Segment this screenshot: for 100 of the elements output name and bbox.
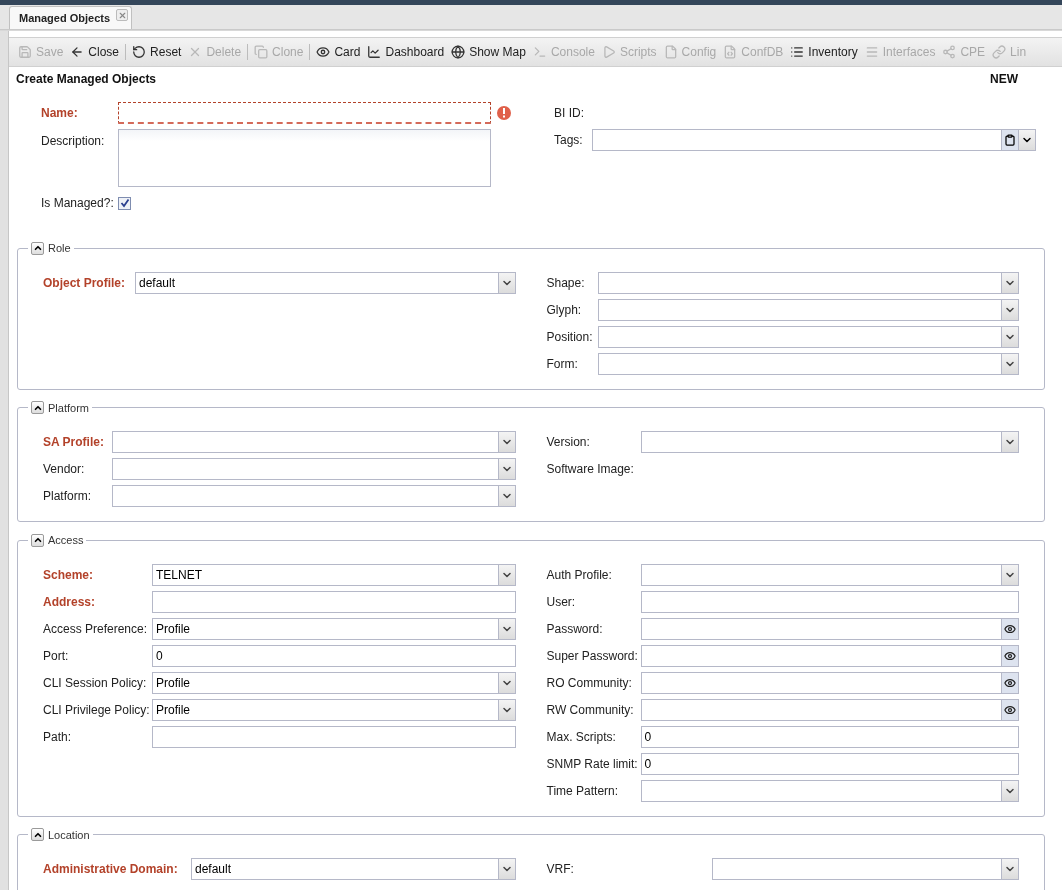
code-file-icon: [723, 45, 738, 59]
input-field[interactable]: [118, 102, 491, 124]
dropdown-button[interactable]: [1001, 780, 1018, 801]
collapse-toggle[interactable]: [31, 401, 44, 415]
reveal-button[interactable]: [1001, 645, 1018, 666]
dropdown-field[interactable]: [711, 858, 1019, 880]
field-label: Auth Profile:: [546, 566, 612, 584]
field-label: RO Community:: [546, 674, 632, 692]
collapse-toggle[interactable]: [31, 828, 44, 842]
toolbar-button[interactable]: Card: [313, 41, 364, 63]
field-label: Address:: [43, 593, 95, 611]
field-label: Version:: [546, 434, 590, 451]
field-label: Port:: [43, 647, 69, 665]
eye-icon: [1004, 676, 1016, 689]
lines-icon: [864, 45, 879, 59]
dropdown-button[interactable]: [1018, 130, 1035, 150]
dropdown-button[interactable]: [497, 618, 515, 639]
field-label: SA Profile:: [43, 434, 104, 451]
dropdown-field[interactable]: TELNET: [152, 563, 516, 586]
toolbar-button[interactable]: Inventory: [787, 41, 861, 63]
save-icon: [18, 45, 32, 59]
field-label: Time Pattern:: [546, 782, 619, 800]
input-field[interactable]: [640, 617, 1019, 640]
dropdown-field[interactable]: [112, 485, 516, 507]
toolbar-button[interactable]: Reset: [129, 41, 185, 63]
dropdown-button[interactable]: [1001, 432, 1018, 452]
dropdown-button[interactable]: [1001, 353, 1018, 374]
dropdown-button[interactable]: [1001, 859, 1018, 879]
dropdown-button[interactable]: [1001, 272, 1018, 293]
input-field[interactable]: 0: [640, 725, 1019, 748]
dropdown-button[interactable]: [497, 699, 515, 720]
field-label: Shape:: [546, 274, 585, 292]
eye-icon: [1004, 649, 1016, 662]
dropdown-button[interactable]: [497, 272, 515, 293]
dropdown-button[interactable]: [497, 859, 515, 879]
dropdown-field[interactable]: default: [135, 271, 516, 294]
dropdown-field[interactable]: [112, 431, 516, 453]
field-label: Position:: [546, 328, 593, 346]
dropdown-button[interactable]: [1001, 564, 1018, 585]
dropdown-field[interactable]: [640, 563, 1019, 586]
reveal-button[interactable]: [1001, 618, 1018, 639]
toolbar-button[interactable]: Show Map: [448, 41, 529, 63]
collapse-toggle[interactable]: [31, 533, 44, 547]
input-field[interactable]: 0: [640, 752, 1019, 775]
dropdown-button[interactable]: [1001, 299, 1018, 320]
reveal-button[interactable]: [1001, 672, 1018, 693]
input-field[interactable]: [640, 590, 1019, 613]
eye-icon: [1004, 703, 1016, 716]
dropdown-button[interactable]: [497, 486, 515, 506]
input-field[interactable]: [640, 644, 1019, 667]
dropdown-button[interactable]: [497, 459, 515, 479]
textarea-field[interactable]: [118, 129, 491, 187]
field-label: Password:: [546, 620, 603, 638]
dropdown-field[interactable]: Profile: [152, 617, 516, 640]
form-title: Create Managed Objects: [16, 71, 157, 88]
checkbox[interactable]: [118, 196, 131, 210]
dropdown-field[interactable]: Profile: [152, 698, 516, 721]
field-label: CLI Privilege Policy:: [43, 701, 150, 719]
collapse-toggle[interactable]: [31, 241, 44, 255]
field-label: Description:: [41, 133, 105, 150]
paste-button[interactable]: [1001, 130, 1018, 150]
input-field[interactable]: 0: [152, 644, 516, 667]
dropdown-field[interactable]: [597, 352, 1019, 375]
input-field[interactable]: [640, 698, 1019, 721]
dropdown-field[interactable]: [640, 779, 1019, 802]
field-label: RW Community:: [546, 701, 634, 719]
dropdown-button[interactable]: [497, 672, 515, 693]
field-label: Software Image:: [546, 461, 634, 478]
globe-icon: [451, 45, 466, 59]
dropdown-button[interactable]: [1001, 326, 1018, 347]
dropdown-field[interactable]: [597, 298, 1019, 321]
dropdown-field[interactable]: [597, 271, 1019, 294]
tags-field[interactable]: [592, 129, 1036, 151]
input-field[interactable]: [152, 725, 516, 748]
input-field[interactable]: [640, 671, 1019, 694]
line-chart-icon: [367, 45, 382, 59]
eye-icon: [1004, 622, 1016, 635]
toolbar-button[interactable]: Dashboard: [364, 41, 448, 63]
dropdown-field[interactable]: default: [191, 858, 516, 880]
dropdown-field[interactable]: [112, 458, 516, 480]
input-field[interactable]: [152, 590, 516, 613]
file-icon: [663, 45, 678, 59]
field-label: Administrative Domain:: [43, 861, 178, 878]
field-label: Super Password:: [546, 647, 638, 665]
reveal-button[interactable]: [1001, 699, 1018, 720]
field-label: BI ID:: [554, 105, 584, 122]
tab[interactable]: Managed Objects: [9, 6, 133, 29]
field-label: VRF:: [546, 861, 574, 878]
record-status: NEW: [990, 71, 1018, 88]
dropdown-field[interactable]: Profile: [152, 671, 516, 694]
close-icon[interactable]: [116, 9, 129, 21]
field-label: Access Preference:: [43, 620, 148, 638]
toolbar-button[interactable]: Close: [67, 41, 123, 63]
field-label: Form:: [546, 355, 578, 373]
dropdown-field[interactable]: [597, 325, 1019, 348]
list-icon: [790, 45, 805, 59]
share-icon: [942, 45, 957, 59]
dropdown-button[interactable]: [497, 432, 515, 452]
dropdown-field[interactable]: [640, 431, 1019, 453]
dropdown-button[interactable]: [497, 564, 515, 585]
